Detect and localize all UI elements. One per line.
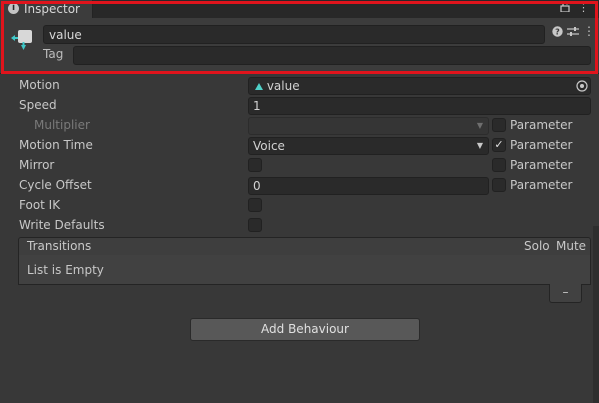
- lock-icon[interactable]: [560, 1, 570, 15]
- motion-field[interactable]: value: [248, 77, 591, 95]
- cycle-offset-input[interactable]: 0: [248, 177, 489, 195]
- kebab-menu-icon[interactable]: ⋮: [583, 24, 595, 38]
- tag-input[interactable]: [73, 46, 591, 65]
- help-icon[interactable]: ?: [551, 26, 563, 40]
- add-behaviour-button[interactable]: Add Behaviour: [190, 318, 420, 341]
- info-icon: i: [8, 3, 19, 14]
- solo-column-header: Solo: [524, 239, 550, 253]
- foot-ik-label: Foot IK: [19, 198, 61, 212]
- tab-title: Inspector: [24, 2, 80, 16]
- scrollbar-track[interactable]: [593, 226, 599, 403]
- object-picker-icon[interactable]: [574, 78, 590, 94]
- chevron-down-icon: ▼: [476, 141, 483, 150]
- tag-label: Tag: [43, 47, 64, 61]
- motion-time-parameter-checkbox[interactable]: ✓: [492, 138, 506, 152]
- multiplier-parameter-checkbox[interactable]: [492, 118, 506, 132]
- foot-ik-checkbox[interactable]: [248, 198, 262, 212]
- speed-label: Speed: [19, 98, 57, 112]
- list-empty-text: List is Empty: [27, 263, 104, 277]
- transitions-list-header: Transitions Solo Mute: [18, 237, 591, 256]
- state-name-input[interactable]: [43, 25, 545, 44]
- checkmark-icon: ✓: [494, 138, 504, 151]
- motion-label: Motion: [19, 78, 60, 92]
- write-defaults-label: Write Defaults: [19, 218, 105, 232]
- motion-time-dropdown[interactable]: Voice ▼: [248, 137, 489, 155]
- kebab-menu-icon[interactable]: ⋮: [578, 1, 589, 14]
- motion-time-value: Voice: [253, 139, 285, 153]
- cycle-offset-label: Cycle Offset: [19, 178, 92, 192]
- speed-input[interactable]: 1: [248, 97, 591, 115]
- preset-sliders-icon[interactable]: [566, 26, 579, 40]
- motion-time-label: Motion Time: [19, 138, 93, 152]
- multiplier-label: Multiplier: [34, 118, 90, 132]
- cycle-offset-parameter-checkbox[interactable]: [492, 178, 506, 192]
- motion-value: value: [266, 79, 300, 93]
- svg-text:?: ?: [555, 28, 560, 37]
- multiplier-parameter-label: Parameter: [510, 118, 573, 132]
- blend-tree-icon: [255, 79, 263, 93]
- chevron-down-icon: ▼: [476, 121, 483, 130]
- mirror-parameter-checkbox[interactable]: [492, 158, 506, 172]
- motion-time-parameter-label: Parameter: [510, 138, 573, 152]
- animator-state-icon: [10, 28, 36, 54]
- cycle-offset-parameter-label: Parameter: [510, 178, 573, 192]
- mirror-parameter-label: Parameter: [510, 158, 573, 172]
- multiplier-dropdown: ▼: [248, 117, 489, 135]
- mirror-label: Mirror: [19, 158, 55, 172]
- mirror-checkbox[interactable]: [248, 158, 262, 172]
- remove-transition-button[interactable]: –: [549, 284, 582, 303]
- mute-column-header: Mute: [556, 239, 587, 253]
- write-defaults-checkbox[interactable]: [248, 218, 262, 232]
- transitions-list-body: List is Empty: [18, 255, 591, 285]
- transitions-title: Transitions: [27, 239, 92, 253]
